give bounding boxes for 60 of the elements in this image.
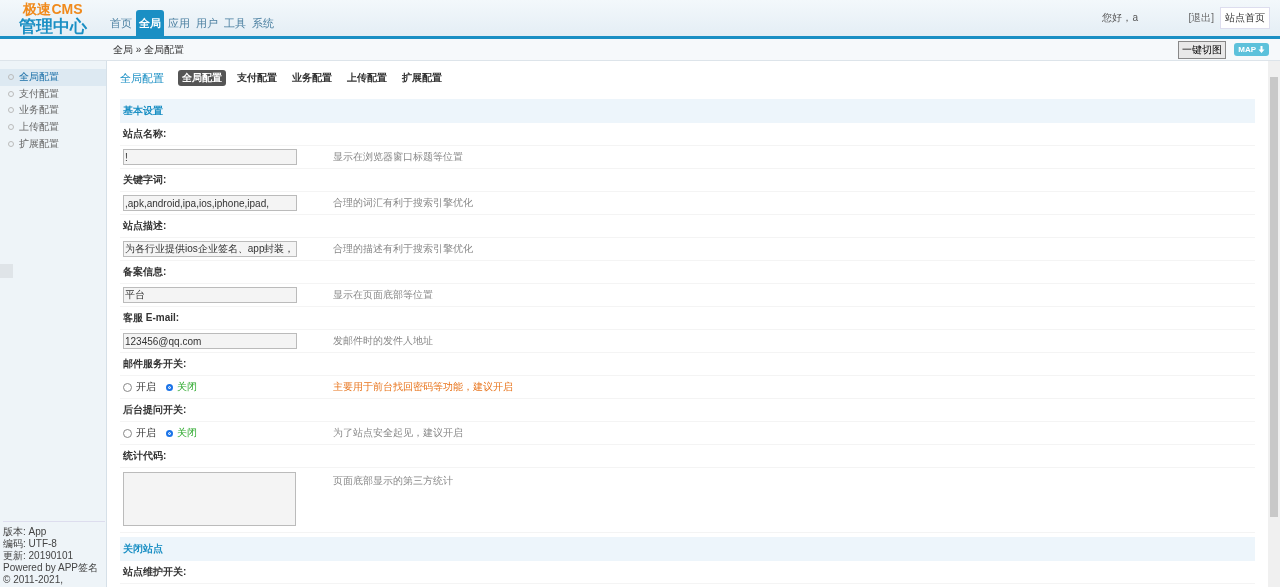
config-tab[interactable]: 业务配置 <box>288 70 336 86</box>
field-hint: 合理的描述有利于搜索引擎优化 <box>333 242 473 256</box>
footer-text: 编码: UTF-8 <box>3 538 57 550</box>
sidebar-item[interactable]: 上传配置 <box>0 118 106 136</box>
nav-tab[interactable]: 应用 <box>166 13 192 36</box>
slice-button[interactable]: 一键切图 <box>1178 40 1227 59</box>
input-field[interactable]: 123456@qq.com <box>123 333 297 349</box>
field-label: 统计代码: <box>123 449 167 463</box>
field-label: 后台提问开关: <box>123 403 187 417</box>
field-label: 站点名称: <box>123 127 167 141</box>
sidebar-item[interactable]: 业务配置 <box>0 102 106 119</box>
field-hint: 页面底部显示的第三方统计 <box>333 474 453 488</box>
radio-option[interactable]: 开启 <box>123 380 156 394</box>
nav-tab[interactable]: 用户 <box>194 13 220 36</box>
nav-tab[interactable]: 系统 <box>250 13 276 36</box>
nav-tab[interactable]: 工具 <box>222 13 248 36</box>
config-tab[interactable]: 支付配置 <box>233 70 281 86</box>
section-header: 基本设置 <box>120 99 1255 123</box>
site-home-button[interactable]: 站点首页 <box>1220 7 1270 29</box>
config-tab[interactable]: 全局配置 <box>178 70 226 86</box>
footer-text: Powered by APP签名 <box>3 562 99 574</box>
config-tab[interactable]: 上传配置 <box>343 70 391 86</box>
greeting: 您好，a <box>1102 11 1139 25</box>
field-label: 客服 E-mail: <box>123 311 180 325</box>
sidebar-item[interactable]: 支付配置 <box>0 85 106 103</box>
input-field[interactable]: ,apk,android,ipa,ios,iphone,ipad, <box>123 195 297 211</box>
field-label: 站点维护开关: <box>123 565 187 579</box>
scrollbar[interactable] <box>1268 61 1280 587</box>
section-header: 关闭站点 <box>120 537 1255 561</box>
field-label: 邮件服务开关: <box>123 357 187 371</box>
logo-title: 极速CMS <box>23 1 83 16</box>
down-arrow-icon <box>1258 46 1265 53</box>
page-title: 全局配置 <box>120 70 164 86</box>
footer-text: © 2011-2021, <box>3 574 63 586</box>
field-hint: 为了站点安全起见，建议开启 <box>333 426 463 440</box>
input-field[interactable]: 为各行业提供ios企业签名、app封装， <box>123 241 297 257</box>
nav-tab[interactable]: 全局 <box>136 10 164 36</box>
field-hint: 合理的词汇有利于搜索引擎优化 <box>333 196 473 210</box>
text-area[interactable] <box>123 472 296 526</box>
radio-option[interactable]: 关闭 <box>166 426 197 440</box>
nav-tab[interactable]: 首页 <box>108 13 134 36</box>
footer-text: 更新: 20190101 <box>3 550 74 562</box>
breadcrumb: 全局 » 全局配置 <box>113 42 185 57</box>
field-hint: 显示在页面底部等位置 <box>333 288 433 302</box>
field-label: 备案信息: <box>123 265 167 279</box>
input-field[interactable]: ! <box>123 149 297 165</box>
field-label: 站点描述: <box>123 219 167 233</box>
logout-link[interactable]: [退出] <box>1188 11 1214 25</box>
footer-text: 版本: App <box>3 526 47 538</box>
field-hint: 显示在浏览器窗口标题等位置 <box>333 150 463 164</box>
field-hint: 发邮件时的发件人地址 <box>333 334 433 348</box>
sidebar-item[interactable]: 全局配置 <box>0 69 106 86</box>
radio-option[interactable]: 开启 <box>123 426 156 440</box>
sidebar-item[interactable]: 扩展配置 <box>0 135 106 152</box>
field-hint: 主要用于前台找回密码等功能，建议开启 <box>333 380 513 394</box>
radio-option[interactable]: 关闭 <box>166 380 197 394</box>
config-tab[interactable]: 扩展配置 <box>398 70 446 86</box>
field-label: 关键字词: <box>123 173 167 187</box>
input-field[interactable]: 平台 <box>123 287 297 303</box>
logo-subtitle: 管理中心 <box>19 17 87 35</box>
